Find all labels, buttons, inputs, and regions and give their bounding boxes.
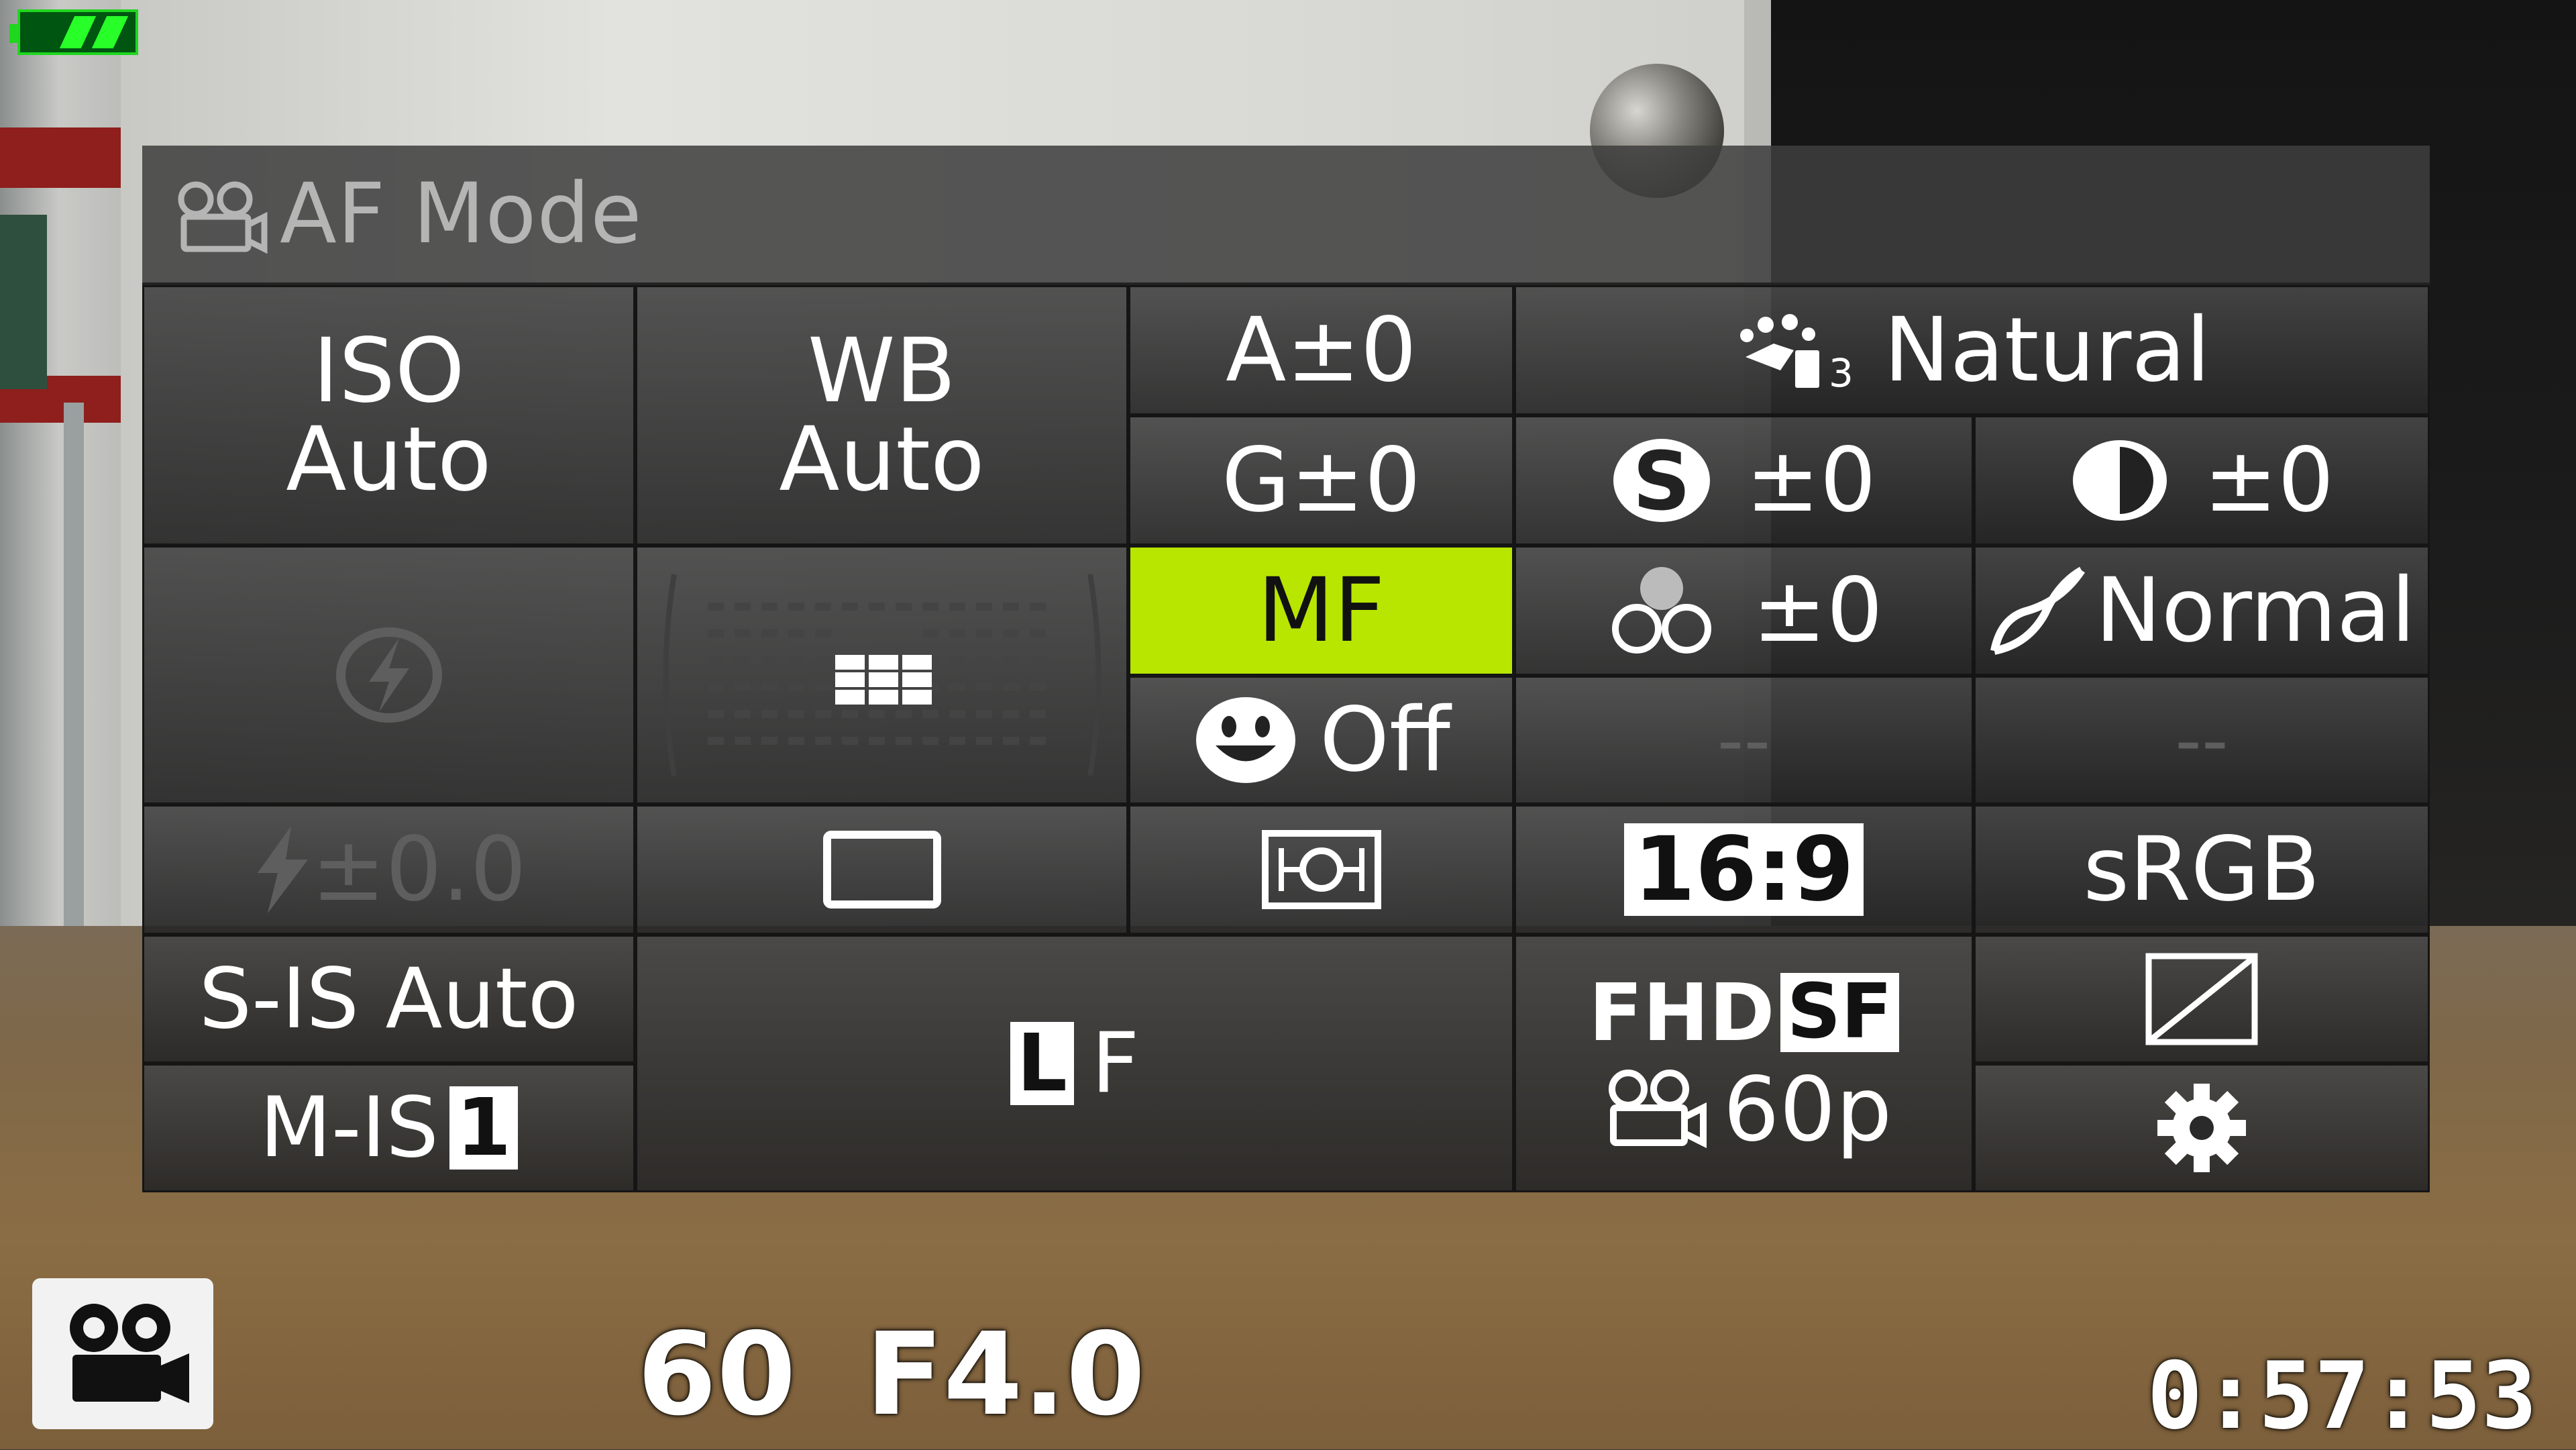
shooting-mode-indicator xyxy=(32,1278,213,1429)
picture-mode-value: Natural xyxy=(1884,299,2210,402)
flash-off-icon xyxy=(335,627,442,723)
empty-slot-value: -- xyxy=(1717,697,1771,783)
wall-panel xyxy=(0,215,47,389)
wb-value: Auto xyxy=(779,408,985,511)
empty-slot: -- xyxy=(1514,676,1974,805)
wb-label: WB xyxy=(807,319,957,423)
white-balance-setting[interactable]: WB Auto xyxy=(635,285,1128,546)
sharpness-icon: S xyxy=(1613,437,1711,524)
single-frame-icon xyxy=(822,831,941,909)
pipe xyxy=(64,403,84,939)
battery-terminal xyxy=(9,24,17,43)
super-control-panel: AF Mode ISO Auto WB Auto A±0 G±0 3 Natural… xyxy=(142,146,2430,1192)
battery-level-bar xyxy=(59,16,97,48)
remaining-record-time: 0:57:53 xyxy=(2147,1342,2537,1450)
picture-mode-setting[interactable]: 3 Natural xyxy=(1514,285,2430,415)
af-target-setting[interactable] xyxy=(635,546,1128,805)
movie-compression-badge: SF xyxy=(1780,973,1899,1052)
movie-resolution-value: FHD xyxy=(1589,966,1775,1059)
face-priority-value: Off xyxy=(1320,688,1450,792)
af-target-grid-icon xyxy=(663,574,1101,776)
flash-compensation-setting[interactable]: ±0.0 xyxy=(142,805,635,935)
picture-mode-icon: 3 xyxy=(1740,314,1854,396)
custom-settings-entry[interactable] xyxy=(1974,1064,2430,1192)
m-is-label: M-IS xyxy=(259,1080,439,1176)
battery-level-bar xyxy=(91,16,129,48)
aspect-ratio-setting[interactable]: 16:9 xyxy=(1514,805,1974,935)
iso-value: Auto xyxy=(286,408,492,511)
battery-icon xyxy=(9,9,144,58)
saturation-icon xyxy=(1612,567,1712,654)
picture-mode-number: 3 xyxy=(1829,350,1854,396)
gradation-icon xyxy=(1990,566,2086,655)
empty-slot-value: -- xyxy=(2175,697,2229,783)
empty-slot: -- xyxy=(1974,676,2430,805)
aspect-ratio-value: 16:9 xyxy=(1624,823,1864,917)
saturation-setting[interactable]: ±0 xyxy=(1514,546,1974,676)
wall-stripe xyxy=(0,127,134,188)
aperture-value: F4.0 xyxy=(865,1308,1146,1441)
svg-text:S: S xyxy=(1633,437,1690,524)
metering-icon xyxy=(1261,830,1381,909)
af-mode-setting[interactable]: MF xyxy=(1128,546,1514,676)
color-space-value: sRGB xyxy=(2083,818,2320,921)
contrast-value: ±0 xyxy=(2203,429,2334,532)
wb-amber-value: A±0 xyxy=(1226,299,1417,402)
flash-compensation-value: ±0.0 xyxy=(311,818,527,921)
gradation-setting[interactable]: Normal xyxy=(1974,546,2430,676)
shutter-speed: 60 xyxy=(637,1308,796,1441)
diagonal-box-icon xyxy=(2145,953,2258,1045)
flash-mode-setting[interactable] xyxy=(142,546,635,805)
gradation-value: Normal xyxy=(2095,559,2416,662)
movie-camera-icon xyxy=(70,1303,189,1403)
m-is-setting[interactable]: M-IS 1 xyxy=(142,1064,635,1192)
contrast-setting[interactable]: ±0 xyxy=(1974,415,2430,546)
color-space-setting[interactable]: sRGB xyxy=(1974,805,2430,935)
iso-setting[interactable]: ISO Auto xyxy=(142,285,635,546)
movie-camera-icon xyxy=(1608,1070,1707,1149)
wb-green-value: G±0 xyxy=(1222,429,1421,532)
metering-setting[interactable] xyxy=(1128,805,1514,935)
gear-icon xyxy=(2157,1084,2246,1172)
movie-camera-icon xyxy=(178,181,268,254)
image-compression-value: F xyxy=(1091,1015,1140,1112)
sharpness-value: ±0 xyxy=(1746,429,1876,532)
wb-green-compensation[interactable]: G±0 xyxy=(1128,415,1514,546)
panel-title-bar: AF Mode xyxy=(142,146,2430,285)
panel-title: AF Mode xyxy=(280,166,643,262)
battery-body xyxy=(17,9,138,55)
movie-quality-setting[interactable]: FHD SF 60p xyxy=(1514,935,1974,1192)
image-size-badge: L xyxy=(1010,1021,1074,1105)
s-is-setting[interactable]: S-IS Auto xyxy=(142,935,635,1064)
contrast-icon xyxy=(2072,440,2167,521)
af-mode-value: MF xyxy=(1257,559,1385,662)
sharpness-setting[interactable]: S ±0 xyxy=(1514,415,1974,546)
face-icon xyxy=(1196,697,1296,783)
saturation-value: ±0 xyxy=(1752,559,1883,662)
wb-amber-compensation[interactable]: A±0 xyxy=(1128,285,1514,415)
flash-icon xyxy=(258,826,309,913)
s-is-value: S-IS Auto xyxy=(199,951,579,1047)
image-quality-setting[interactable]: L F xyxy=(635,935,1514,1192)
face-priority-setting[interactable]: Off xyxy=(1128,676,1514,805)
movie-frame-rate-value: 60p xyxy=(1723,1058,1892,1161)
shading-compensation-setting[interactable] xyxy=(1974,935,2430,1064)
iso-label: ISO xyxy=(313,319,465,423)
m-is-badge: 1 xyxy=(449,1086,519,1170)
drive-mode-setting[interactable] xyxy=(635,805,1128,935)
